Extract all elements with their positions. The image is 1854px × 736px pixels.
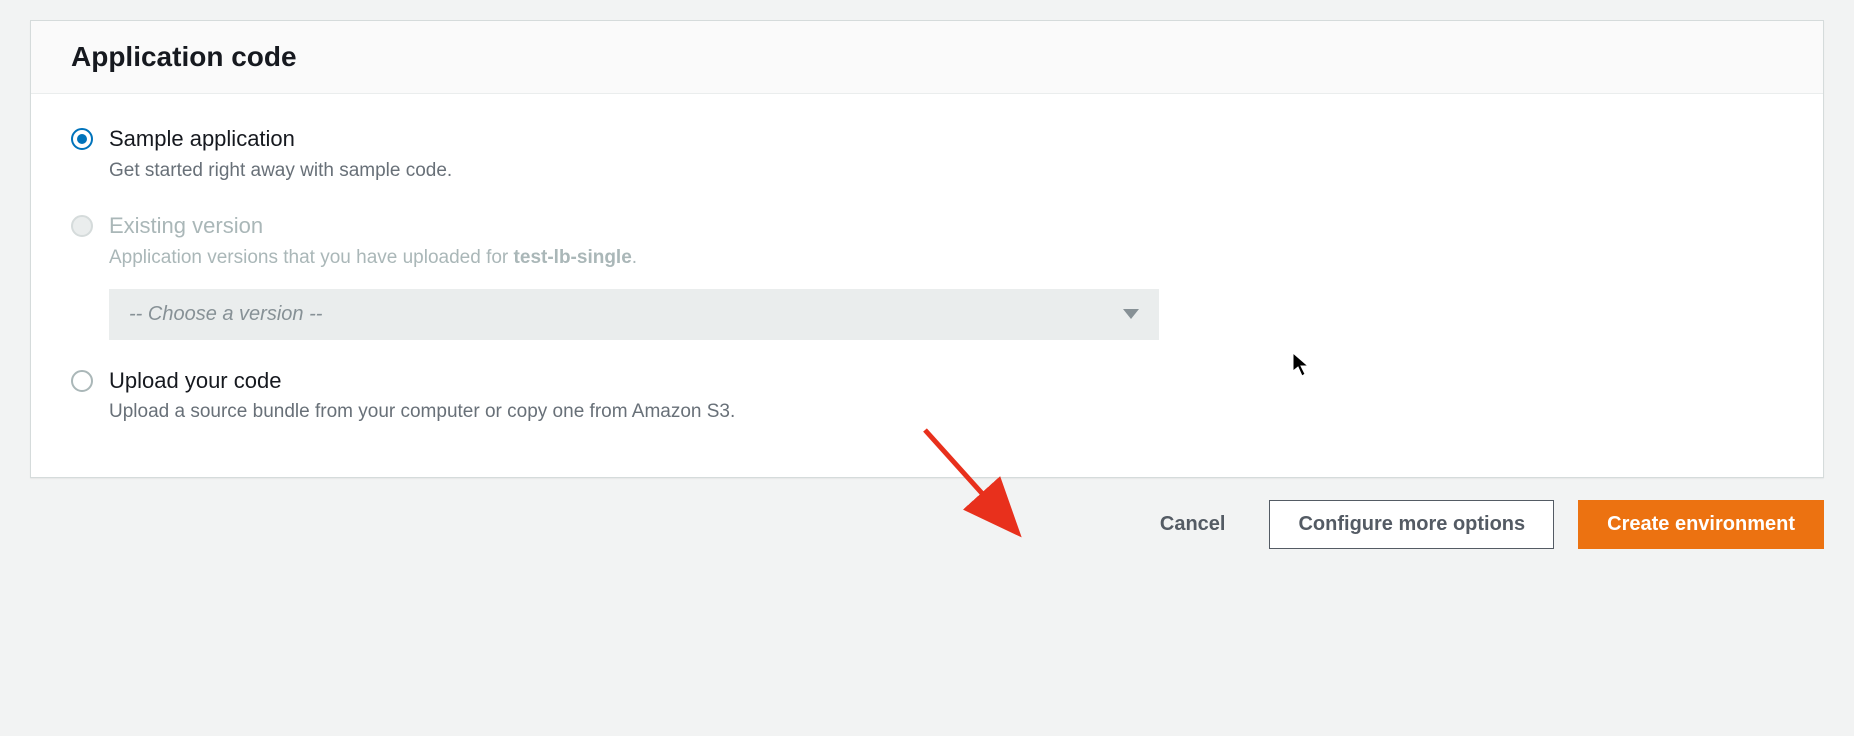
radio-existing-version [71, 215, 93, 237]
option-existing-version: Existing version Application versions th… [71, 211, 1783, 339]
option-existing-desc-suffix: . [632, 247, 637, 268]
radio-dot-icon [77, 134, 87, 144]
application-code-panel: Application code Sample application Get … [30, 20, 1824, 478]
create-environment-button[interactable]: Create environment [1578, 500, 1824, 549]
radio-sample-application[interactable] [71, 128, 93, 150]
option-sample-application: Sample application Get started right awa… [71, 124, 1783, 185]
panel-header: Application code [31, 21, 1823, 94]
option-sample-desc: Get started right away with sample code. [109, 157, 452, 186]
dropdown-caret-icon [1123, 309, 1139, 319]
panel-title: Application code [71, 41, 1783, 73]
option-upload-title: Upload your code [109, 366, 735, 397]
option-existing-title: Existing version [109, 211, 637, 242]
option-upload-desc: Upload a source bundle from your compute… [109, 398, 735, 427]
configure-more-options-button[interactable]: Configure more options [1269, 500, 1554, 549]
option-existing-desc-prefix: Application versions that you have uploa… [109, 247, 514, 268]
option-existing-desc-bold: test-lb-single [514, 247, 632, 268]
option-sample-title: Sample application [109, 124, 452, 155]
cancel-button[interactable]: Cancel [1140, 501, 1246, 548]
option-existing-desc: Application versions that you have uploa… [109, 244, 637, 273]
version-select-placeholder: -- Choose a version -- [129, 303, 322, 326]
panel-body: Sample application Get started right awa… [31, 94, 1823, 477]
radio-upload-code[interactable] [71, 370, 93, 392]
version-select: -- Choose a version -- [109, 289, 1159, 340]
action-button-row: Cancel Configure more options Create env… [20, 478, 1834, 559]
option-upload-code: Upload your code Upload a source bundle … [71, 366, 1783, 427]
